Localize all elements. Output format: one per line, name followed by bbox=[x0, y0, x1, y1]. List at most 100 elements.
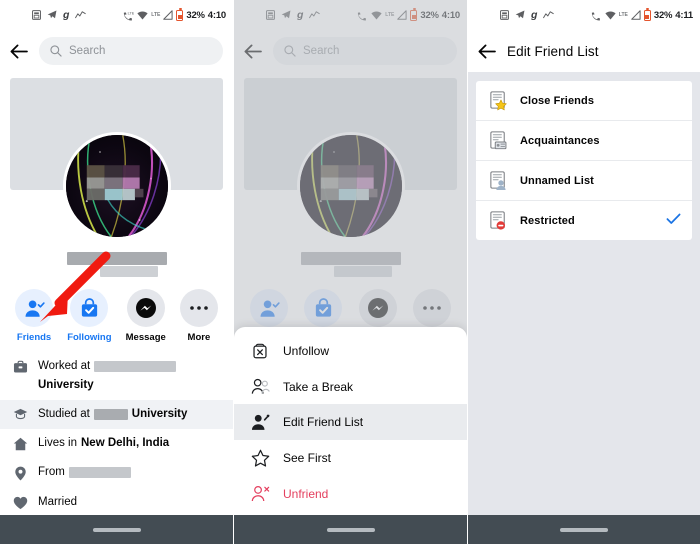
star-icon bbox=[250, 449, 270, 467]
heart-icon bbox=[12, 495, 28, 510]
panel-edit-friend-list: g LTE 32% 4:11 Edit Friend List Close Fr… bbox=[467, 0, 700, 544]
info-lives-prefix: Lives in bbox=[38, 437, 77, 449]
info-row-education[interactable]: Studied at University bbox=[0, 400, 233, 429]
lte-call-icon bbox=[591, 10, 602, 21]
menu-item-edit-friend-list-label: Edit Friend List bbox=[283, 415, 364, 429]
following-button[interactable]: Following bbox=[67, 289, 112, 343]
clock: 4:10 bbox=[441, 9, 460, 21]
nav-home-pill[interactable] bbox=[92, 527, 141, 532]
messenger-icon bbox=[126, 289, 165, 327]
telegram-icon bbox=[47, 10, 57, 20]
friend-list-item-close-friends[interactable]: Close Friends bbox=[476, 81, 692, 121]
battery-icon bbox=[643, 8, 651, 21]
unfriend-icon bbox=[250, 485, 270, 502]
search-input[interactable]: Search bbox=[39, 37, 223, 65]
system-nav-bar bbox=[234, 515, 467, 544]
search-placeholder: Search bbox=[69, 45, 106, 57]
status-bar-left-icons: g bbox=[240, 9, 321, 21]
back-arrow-icon[interactable] bbox=[476, 40, 498, 62]
lte-data-icon: LTE bbox=[618, 12, 628, 18]
wifi-icon bbox=[605, 10, 616, 20]
search-placeholder: Search bbox=[303, 45, 340, 57]
battery-percent: 32% bbox=[186, 9, 205, 21]
more-button[interactable]: More bbox=[179, 289, 218, 343]
trending-icon bbox=[543, 11, 555, 19]
following-button bbox=[304, 289, 343, 327]
nav-home-pill[interactable] bbox=[560, 527, 608, 532]
avatar-photo bbox=[299, 135, 402, 237]
info-row-work[interactable]: Worked at University bbox=[0, 352, 233, 400]
friends-button-label: Friends bbox=[16, 332, 52, 343]
back-arrow-icon[interactable] bbox=[242, 40, 264, 62]
signal-icon bbox=[631, 10, 641, 20]
telegram-icon bbox=[281, 10, 291, 20]
briefcase-icon bbox=[12, 359, 28, 374]
status-bar-right-icons: LTE 32% 4:11 bbox=[591, 8, 693, 21]
info-row-lives-in[interactable]: Lives in New Delhi, India bbox=[0, 429, 233, 458]
panel-profile: g LTE LTE 32% 4:10 Search Friends Follow… bbox=[0, 0, 233, 544]
signal-icon bbox=[397, 10, 407, 20]
message-button[interactable]: Message bbox=[126, 289, 166, 343]
menu-item-edit-friend-list[interactable]: Edit Friend List bbox=[234, 404, 467, 440]
info-edu-redaction bbox=[93, 409, 128, 420]
person-check-icon bbox=[250, 289, 289, 327]
profile-header bbox=[0, 78, 233, 277]
profile-info-list: Worked at University Studied at Universi… bbox=[0, 352, 233, 517]
friend-list-item-unnamed-list-label: Unnamed List bbox=[520, 174, 594, 187]
lte-data-icon: LTE bbox=[151, 12, 161, 18]
friend-list-item-restricted-label: Restricted bbox=[520, 214, 575, 227]
menu-item-unfollow-label: Unfollow bbox=[283, 344, 330, 358]
battery-percent: 32% bbox=[420, 9, 439, 21]
status-bar-right-icons: LTE LTE 32% 4:10 bbox=[123, 8, 226, 21]
top-bar: Edit Friend List bbox=[468, 30, 700, 72]
battery-icon bbox=[176, 8, 184, 21]
friends-button[interactable]: Friends bbox=[15, 289, 54, 343]
status-bar-left-icons: g bbox=[6, 9, 87, 21]
status-bar-left-icons: g bbox=[474, 9, 555, 21]
lte-data-icon: LTE bbox=[385, 12, 395, 18]
menu-item-see-first[interactable]: See First bbox=[234, 440, 467, 476]
list-person-icon bbox=[487, 170, 509, 191]
top-bar: Search bbox=[234, 30, 467, 72]
selected-check-icon bbox=[666, 212, 681, 230]
back-arrow-icon[interactable] bbox=[8, 40, 30, 62]
status-bar: g LTE LTE 32% 4:10 bbox=[0, 0, 233, 30]
search-icon bbox=[284, 45, 296, 57]
menu-item-unfriend[interactable]: Unfriend bbox=[234, 476, 467, 511]
profile-action-buttons: Friends Following Message More bbox=[0, 277, 233, 352]
g-app-icon: g bbox=[531, 9, 538, 21]
top-bar: Search bbox=[0, 30, 233, 72]
lte-call-icon bbox=[357, 10, 368, 21]
friend-list-item-unnamed-list[interactable]: Unnamed List bbox=[476, 161, 692, 201]
friends-button bbox=[250, 289, 289, 327]
profile-subtitle-redacted bbox=[99, 266, 158, 277]
menu-item-see-first-label: See First bbox=[283, 451, 332, 465]
friend-list-item-acquaintances[interactable]: Acquaintances bbox=[476, 121, 692, 161]
friend-list-card: Close Friends Acquaintances Unnamed List… bbox=[476, 81, 692, 240]
more-button-label: More bbox=[187, 332, 211, 343]
info-row-relationship-text: Married bbox=[38, 496, 77, 508]
menu-item-take-a-break[interactable]: Take a Break bbox=[234, 369, 467, 404]
info-row-from-text: From bbox=[38, 465, 131, 480]
menu-item-unfollow[interactable]: Unfollow bbox=[234, 333, 467, 369]
search-input[interactable]: Search bbox=[273, 37, 457, 65]
person-check-icon bbox=[15, 289, 54, 327]
avatar[interactable] bbox=[62, 132, 171, 240]
friend-list-item-restricted[interactable]: Restricted bbox=[476, 201, 692, 240]
wifi-icon bbox=[371, 10, 382, 20]
system-nav-bar bbox=[0, 515, 233, 544]
signal-icon bbox=[163, 10, 173, 20]
trending-icon bbox=[309, 11, 321, 19]
nav-home-pill[interactable] bbox=[326, 527, 375, 532]
telegram-icon bbox=[515, 10, 525, 20]
friend-list-item-acquaintances-label: Acquaintances bbox=[520, 134, 600, 147]
menu-item-unfriend-label: Unfriend bbox=[283, 486, 329, 501]
profile-name-redacted bbox=[300, 252, 401, 265]
ellipsis-icon bbox=[412, 289, 451, 327]
status-bar: g LTE 32% 4:10 bbox=[234, 0, 467, 30]
menu-item-take-a-break-label: Take a Break bbox=[283, 379, 354, 394]
avatar-photo bbox=[65, 135, 168, 237]
unfollow-icon bbox=[250, 342, 270, 360]
info-row-relationship[interactable]: Married bbox=[0, 488, 233, 517]
info-row-from[interactable]: From bbox=[0, 458, 233, 488]
